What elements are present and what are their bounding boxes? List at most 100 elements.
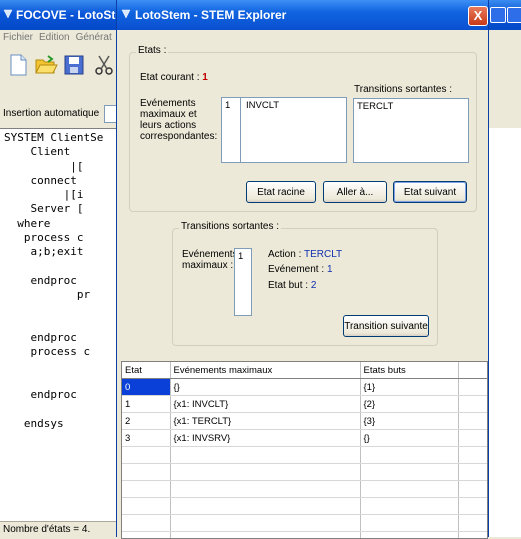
trans-event-item[interactable]: 1 bbox=[238, 251, 243, 262]
minimize-icon[interactable] bbox=[490, 7, 506, 23]
close-icon[interactable]: X bbox=[468, 6, 488, 26]
events-label: Evénements maximaux et leurs actions cor… bbox=[140, 98, 217, 142]
maximize-icon[interactable] bbox=[507, 7, 521, 23]
cell-targets[interactable]: {3} bbox=[360, 413, 458, 430]
target-value: 2 bbox=[311, 280, 317, 291]
cell-events[interactable] bbox=[170, 515, 360, 532]
event-num: 1 bbox=[225, 100, 230, 111]
cell-events[interactable]: {x1: INVSRV} bbox=[170, 430, 360, 447]
save-icon[interactable] bbox=[62, 53, 86, 77]
cell-events[interactable] bbox=[170, 464, 360, 481]
target-label: Etat but : bbox=[268, 280, 308, 291]
cell-targets[interactable]: {2} bbox=[360, 396, 458, 413]
cell-etat[interactable]: 2 bbox=[122, 413, 170, 430]
events-label-line: Evénements bbox=[140, 98, 217, 109]
cell-etat[interactable] bbox=[122, 498, 170, 515]
table-row[interactable] bbox=[122, 447, 487, 464]
cell-targets[interactable] bbox=[360, 447, 458, 464]
cell-empty[interactable] bbox=[458, 413, 487, 430]
action-row: Action : TERCLT bbox=[268, 249, 342, 260]
cell-events[interactable]: {} bbox=[170, 379, 360, 396]
trans-events-label-line: Evénements bbox=[182, 249, 238, 260]
cell-targets[interactable] bbox=[360, 515, 458, 532]
code-text[interactable]: SYSTEM ClientSe Client |[ connect |[i Se… bbox=[0, 129, 118, 431]
menu-generation[interactable]: Générat bbox=[76, 32, 112, 43]
events-label-line: leurs actions bbox=[140, 120, 217, 131]
cell-etat[interactable] bbox=[122, 464, 170, 481]
event-name: INVCLT bbox=[246, 100, 279, 111]
dialog-titlebar[interactable]: LotoStem - STEM Explorer X bbox=[117, 0, 488, 30]
events-listbox[interactable]: 1 INVCLT bbox=[221, 97, 347, 163]
cell-events[interactable]: {x1: TERCLT} bbox=[170, 413, 360, 430]
cell-empty[interactable] bbox=[458, 498, 487, 515]
cell-empty[interactable] bbox=[458, 447, 487, 464]
cell-etat[interactable]: 3 bbox=[122, 430, 170, 447]
root-state-button[interactable]: Etat racine bbox=[246, 181, 316, 203]
cell-events[interactable] bbox=[170, 447, 360, 464]
transitions-label: Transitions sortantes : bbox=[354, 84, 452, 95]
cell-targets[interactable]: {1} bbox=[360, 379, 458, 396]
table-row[interactable]: 0{}{1} bbox=[122, 379, 487, 396]
col-header-empty bbox=[458, 362, 487, 379]
menu-fichier[interactable]: Fichier bbox=[3, 32, 33, 43]
cut-icon[interactable] bbox=[92, 53, 116, 77]
action-label: Action : bbox=[268, 249, 301, 260]
cell-etat[interactable]: 0 bbox=[122, 379, 170, 396]
next-state-button[interactable]: Etat suivant bbox=[393, 181, 467, 203]
col-header-targets[interactable]: Etats buts bbox=[360, 362, 458, 379]
cell-etat[interactable] bbox=[122, 447, 170, 464]
current-state-text: Etat courant : bbox=[140, 72, 199, 83]
table-row[interactable]: 1{x1: INVCLT}{2} bbox=[122, 396, 487, 413]
dialog-title: LotoStem - STEM Explorer bbox=[135, 8, 286, 22]
cell-empty[interactable] bbox=[458, 464, 487, 481]
menu-edition[interactable]: Edition bbox=[39, 32, 70, 43]
col-header-events[interactable]: Evénements maximaux bbox=[170, 362, 360, 379]
editor-right-area bbox=[486, 128, 521, 537]
open-folder-icon[interactable] bbox=[34, 53, 58, 77]
focove-menubar: Fichier Edition Générat bbox=[0, 30, 121, 46]
table-row[interactable] bbox=[122, 515, 487, 532]
insertion-bar: Insertion automatique bbox=[0, 104, 118, 124]
listbox-separator bbox=[240, 98, 241, 162]
cell-etat[interactable] bbox=[122, 532, 170, 539]
cell-empty[interactable] bbox=[458, 396, 487, 413]
transitions-listbox[interactable]: TERCLT bbox=[353, 98, 469, 163]
cell-targets[interactable]: {} bbox=[360, 430, 458, 447]
cell-events[interactable] bbox=[170, 532, 360, 539]
cell-empty[interactable] bbox=[458, 532, 487, 539]
focove-title: FOCOVE - LotoStem bbox=[16, 8, 116, 22]
new-file-icon[interactable] bbox=[6, 53, 30, 77]
table-row[interactable] bbox=[122, 481, 487, 498]
cell-events[interactable]: {x1: INVCLT} bbox=[170, 396, 360, 413]
cell-targets[interactable] bbox=[360, 481, 458, 498]
transition-item[interactable]: TERCLT bbox=[357, 101, 393, 112]
trans-events-listbox[interactable]: 1 bbox=[234, 248, 252, 316]
target-row: Etat but : 2 bbox=[268, 280, 316, 291]
goto-button[interactable]: Aller à... bbox=[323, 181, 387, 203]
table-row[interactable] bbox=[122, 532, 487, 539]
table-row[interactable] bbox=[122, 498, 487, 515]
cell-empty[interactable] bbox=[458, 430, 487, 447]
col-header-etat[interactable]: Etat bbox=[122, 362, 170, 379]
app-icon bbox=[121, 9, 131, 19]
cell-empty[interactable] bbox=[458, 515, 487, 532]
table-row[interactable]: 2{x1: TERCLT}{3} bbox=[122, 413, 487, 430]
transitions-legend: Transitions sortantes : bbox=[179, 221, 281, 232]
table-row[interactable] bbox=[122, 464, 487, 481]
states-table[interactable]: Etat Evénements maximaux Etats buts 0{}{… bbox=[121, 361, 488, 539]
etats-legend: Etats : bbox=[136, 45, 168, 56]
table-row[interactable]: 3{x1: INVSRV}{} bbox=[122, 430, 487, 447]
next-transition-button[interactable]: Transition suivante bbox=[343, 315, 429, 337]
cell-targets[interactable] bbox=[360, 532, 458, 539]
cell-targets[interactable] bbox=[360, 498, 458, 515]
cell-etat[interactable] bbox=[122, 515, 170, 532]
code-editor[interactable]: SYSTEM ClientSe Client |[ connect |[i Se… bbox=[0, 128, 118, 521]
cell-events[interactable] bbox=[170, 498, 360, 515]
cell-targets[interactable] bbox=[360, 464, 458, 481]
cell-empty[interactable] bbox=[458, 481, 487, 498]
cell-etat[interactable]: 1 bbox=[122, 396, 170, 413]
event-row: Evénement : 1 bbox=[268, 264, 333, 275]
cell-etat[interactable] bbox=[122, 481, 170, 498]
cell-empty[interactable] bbox=[458, 379, 487, 396]
cell-events[interactable] bbox=[170, 481, 360, 498]
